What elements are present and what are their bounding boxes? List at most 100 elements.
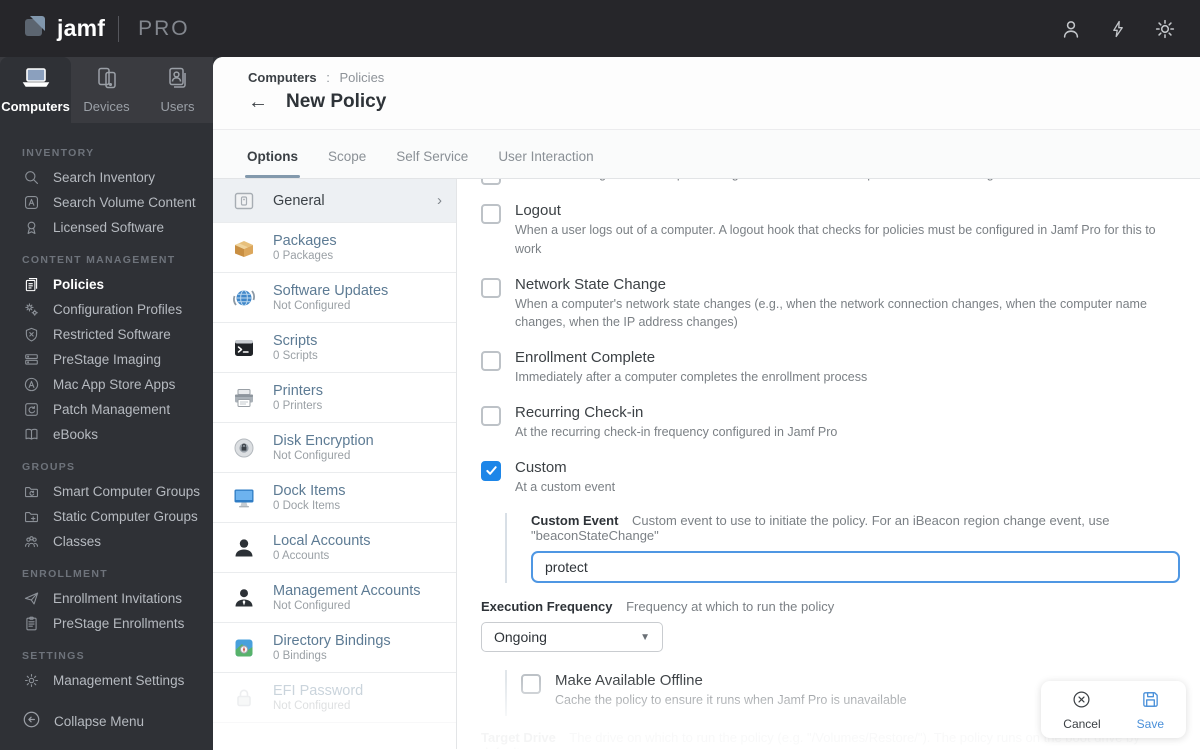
sidebar-item-enrollment-invitations[interactable]: Enrollment Invitations	[0, 586, 213, 611]
chevron-right-icon: ›	[437, 192, 442, 209]
sidebar-item-prestage-imaging[interactable]: PreStage Imaging	[0, 347, 213, 372]
options-panel: LoginWhen a user logs in to a computer. …	[457, 179, 1200, 749]
sidebar-item-licensed-software[interactable]: Licensed Software	[0, 215, 213, 240]
prestage-icon	[22, 615, 40, 632]
nav-section-header: SETTINGS	[22, 650, 85, 662]
breadcrumb-separator: :	[326, 70, 330, 85]
settings-gear-icon[interactable]	[1154, 18, 1176, 40]
sidebar-item-label: Policies	[53, 277, 105, 292]
context-tab-devices[interactable]: Devices	[71, 57, 142, 123]
payload-item-efi-password[interactable]: EFI Password Not Configured	[213, 673, 456, 723]
efipassword-icon	[231, 686, 257, 710]
execution-frequency-value: Ongoing	[494, 629, 547, 646]
payload-title: Scripts	[273, 333, 318, 349]
trigger-checkbox[interactable]	[481, 277, 501, 298]
jamf-logo[interactable]: jamf PRO	[22, 13, 190, 44]
custom-event-label: Custom Event	[531, 513, 619, 529]
ebooks-icon	[22, 426, 40, 443]
sidebar-item-search-inventory[interactable]: Search Inventory	[0, 165, 213, 190]
execution-frequency-label: Execution Frequency	[481, 599, 613, 615]
sidebar-item-label: Classes	[53, 534, 102, 549]
execution-frequency-select[interactable]: Ongoing ▼	[481, 622, 663, 653]
trigger-checkbox[interactable]	[481, 204, 501, 224]
context-tab-users[interactable]: Users	[142, 57, 213, 123]
save-button[interactable]: Save	[1137, 690, 1164, 731]
custom-event-input[interactable]: protect	[531, 551, 1180, 584]
sidebar-item-label: Restricted Software	[53, 327, 171, 342]
payload-subtitle: 0 Bindings	[273, 650, 327, 662]
save-floppy-icon	[1141, 690, 1160, 714]
payload-title: Packages	[273, 233, 337, 249]
trigger-checkbox[interactable]	[481, 405, 501, 426]
sidebar-item-policies[interactable]: Policies	[0, 272, 213, 297]
make-available-offline-description: Cache the policy to ensure it runs when …	[555, 693, 907, 708]
sidebar-item-classes[interactable]: Classes	[0, 529, 213, 554]
sidebar-item-label: PreStage Enrollments	[53, 616, 185, 631]
payload-item-software-updates[interactable]: Software Updates Not Configured	[213, 273, 456, 323]
make-available-offline-checkbox[interactable]	[521, 674, 541, 695]
payload-item-scripts[interactable]: Scripts 0 Scripts	[213, 323, 456, 373]
sidebar-item-restricted-software[interactable]: Restricted Software	[0, 322, 213, 347]
mgmtaccounts-icon	[231, 586, 257, 610]
payload-subtitle: Not Configured	[273, 300, 351, 312]
back-arrow-icon[interactable]: ←	[248, 92, 268, 112]
payload-title: Software Updates	[273, 283, 389, 299]
notifications-bolt-icon[interactable]	[1108, 18, 1128, 40]
sidebar-item-label: Search Inventory	[53, 170, 156, 185]
payload-item-management-accounts[interactable]: Management Accounts Not Configured	[213, 573, 456, 623]
payload-item-local-accounts[interactable]: Local Accounts 0 Accounts	[213, 523, 456, 573]
tab-self-service[interactable]: Self Service	[396, 149, 468, 178]
trigger-label: Recurring Check-in	[515, 403, 644, 421]
tab-scope[interactable]: Scope	[328, 149, 366, 178]
collapse-menu-button[interactable]: Collapse Menu	[22, 710, 144, 732]
packages-icon	[231, 236, 257, 260]
main-panel: Computers : Policies ← New Policy Option…	[213, 57, 1200, 750]
sidebar-item-label: Smart Computer Groups	[53, 484, 201, 499]
breadcrumb-policies[interactable]: Policies	[340, 70, 385, 85]
trigger-label: Logout	[515, 202, 561, 219]
sidebar-item-patch-management[interactable]: Patch Management	[0, 397, 213, 422]
sidebar-item-label: PreStage Imaging	[53, 352, 162, 367]
sidebar-item-label: Static Computer Groups	[53, 509, 198, 524]
sidebar-item-mac-app-store-apps[interactable]: Mac App Store Apps	[0, 372, 213, 397]
brand-suffix: PRO	[138, 16, 190, 40]
payload-item-directory-bindings[interactable]: Directory Bindings 0 Bindings	[213, 623, 456, 673]
trigger-checkbox[interactable]	[481, 179, 501, 185]
payload-subtitle: 0 Dock Items	[273, 500, 341, 512]
sidebar-item-smart-computer-groups[interactable]: Smart Computer Groups	[0, 479, 213, 504]
tab-user-interaction[interactable]: User Interaction	[498, 149, 593, 178]
trigger-checkbox[interactable]	[481, 351, 501, 371]
nav-section-header: GROUPS	[22, 461, 76, 473]
payload-list: General › Packages 0 Packages Software Updat…	[213, 179, 457, 749]
sidebar-item-search-volume-content[interactable]: Search Volume Content	[0, 190, 213, 215]
dockitems-icon	[231, 486, 257, 510]
payload-item-general[interactable]: General ›	[213, 179, 456, 223]
sidebar-item-label: Enrollment Invitations	[53, 591, 183, 606]
payload-item-dock-items[interactable]: Dock Items 0 Dock Items	[213, 473, 456, 523]
nav-section-header: ENROLLMENT	[22, 568, 108, 580]
page-title: New Policy	[286, 91, 387, 112]
sidebar-item-label: Licensed Software	[53, 220, 165, 235]
cancel-label: Cancel	[1063, 717, 1101, 731]
breadcrumb: Computers : Policies	[248, 70, 1200, 85]
sidebar-item-configuration-profiles[interactable]: Configuration Profiles	[0, 297, 213, 322]
cancel-button[interactable]: Cancel	[1063, 690, 1101, 731]
volume-icon	[22, 194, 40, 211]
payload-title: Local Accounts	[273, 533, 371, 549]
trigger-checkbox-checked[interactable]	[481, 460, 501, 481]
context-tab-label: Devices	[83, 99, 130, 114]
sidebar-item-ebooks[interactable]: eBooks	[0, 422, 213, 447]
payload-item-packages[interactable]: Packages 0 Packages	[213, 223, 456, 273]
payload-subtitle: 0 Packages	[273, 250, 334, 262]
sidebar-item-management-settings[interactable]: Management Settings	[0, 668, 213, 693]
jamf-logo-icon	[22, 13, 48, 44]
payload-item-printers[interactable]: Printers 0 Printers	[213, 373, 456, 423]
payload-item-disk-encryption[interactable]: Disk Encryption Not Configured	[213, 423, 456, 473]
context-tab-computers[interactable]: Computers	[0, 57, 71, 123]
tab-options[interactable]: Options	[245, 149, 300, 178]
context-tab-label: Computers	[1, 99, 70, 114]
sidebar-item-prestage-enrollments[interactable]: PreStage Enrollments	[0, 611, 213, 636]
breadcrumb-computers[interactable]: Computers	[248, 70, 317, 85]
sidebar-item-static-computer-groups[interactable]: Static Computer Groups	[0, 504, 213, 529]
user-account-icon[interactable]	[1060, 18, 1082, 40]
